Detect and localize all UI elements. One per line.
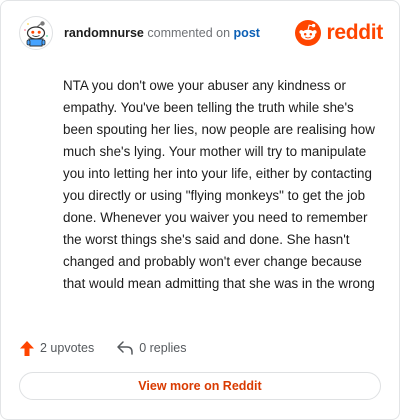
reply-label: 0 replies bbox=[139, 341, 187, 355]
reddit-wordmark: reddit bbox=[326, 21, 383, 44]
embedded-comment-card: randomnurse commented on post reddit NTA… bbox=[0, 0, 400, 420]
upvote-arrow-icon bbox=[20, 340, 34, 356]
reply-arrow-icon bbox=[117, 341, 133, 355]
action-text: commented on bbox=[147, 26, 231, 40]
snoo-avatar-icon[interactable] bbox=[19, 16, 53, 50]
comment-stats: 2 upvotes 0 replies bbox=[19, 337, 186, 359]
upvote-label: 2 upvotes bbox=[40, 341, 95, 355]
post-link[interactable]: post bbox=[234, 26, 260, 40]
view-more-button[interactable]: View more on Reddit bbox=[19, 372, 381, 400]
reply-count[interactable]: 0 replies bbox=[116, 340, 186, 356]
comment-body: NTA you don't owe your abuser any kindne… bbox=[63, 78, 375, 291]
reddit-logo-icon bbox=[295, 20, 322, 46]
comment-header: randomnurse commented on post reddit bbox=[19, 15, 383, 51]
reddit-brand[interactable]: reddit bbox=[295, 20, 383, 46]
comment-meta: randomnurse commented on post bbox=[64, 25, 295, 41]
upvote-count[interactable]: 2 upvotes bbox=[19, 340, 94, 357]
username-link[interactable]: randomnurse bbox=[64, 26, 144, 40]
